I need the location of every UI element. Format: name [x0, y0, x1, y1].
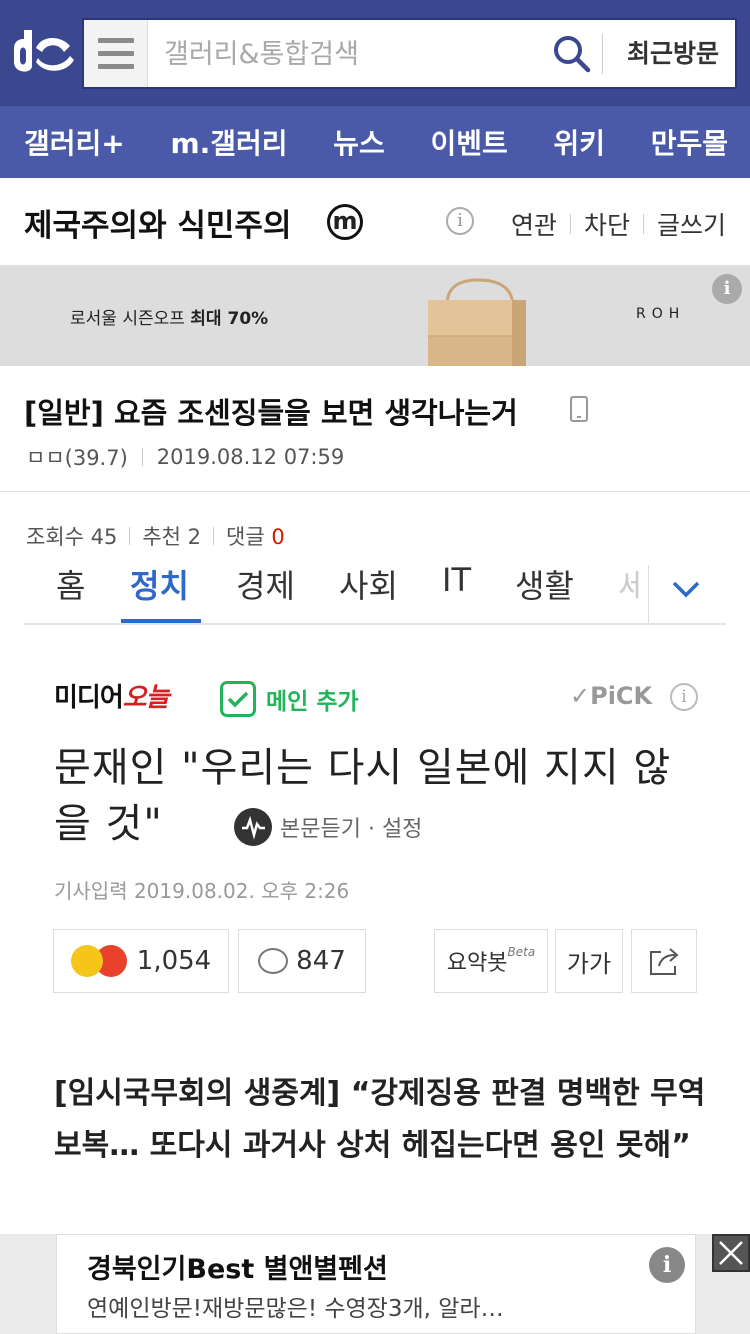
gallery-title[interactable]: 제국주의와 식민주의	[24, 200, 291, 245]
pick-label: ✓PiCK	[570, 682, 653, 710]
tab-economy: 경제	[236, 567, 295, 605]
gallery-links: 연관 차단 글쓰기	[511, 206, 726, 242]
dc-logo-icon[interactable]	[10, 26, 76, 78]
press-logo: 미디어오늘	[54, 683, 170, 713]
recent-visit-button[interactable]: 최근방문	[614, 36, 732, 72]
nav-item-event[interactable]: 이벤트	[430, 122, 507, 162]
block-link[interactable]: 차단	[584, 206, 630, 242]
search-box: 최근방문	[82, 18, 737, 89]
news-tabs: 홈 정치 경제 사회 IT 생활 세	[24, 555, 726, 625]
write-link[interactable]: 글쓰기	[657, 206, 726, 242]
comment-count[interactable]: 댓글 0	[226, 521, 285, 551]
tab-it: IT	[442, 561, 471, 599]
ad-brand: ROH	[636, 306, 686, 322]
ad-banner[interactable]: 로서울 시즌오프 최대 70% ROH	[0, 266, 750, 366]
listen-button: 본문듣기 · 설정	[234, 808, 422, 846]
post-title: [일반] 요즘 조센징들을 보면 생각나는거	[24, 396, 518, 430]
bag-image	[428, 278, 526, 366]
nav-item-m-gallery[interactable]: m.갤러리	[170, 122, 287, 162]
nav-item-gallery-plus[interactable]: 갤러리+	[24, 122, 125, 162]
main-nav: 갤러리+ m.갤러리 뉴스 이벤트 위키 만두몰	[0, 106, 750, 178]
tab-home: 홈	[56, 567, 86, 605]
ad-info-icon[interactable]: i	[649, 1247, 685, 1283]
share-icon	[650, 948, 679, 975]
search-input[interactable]	[164, 32, 544, 76]
info-icon: i	[670, 683, 698, 711]
bottom-ad: 경북인기Best 별앤별펜션 연예인방문!재방문많은! 수영장3개, 알라… i	[0, 1234, 750, 1334]
tab-world: 세	[618, 567, 640, 605]
comment-box: 847	[238, 929, 366, 993]
share-box	[631, 929, 697, 993]
tab-society: 사회	[339, 567, 398, 605]
bottom-ad-card[interactable]: 경북인기Best 별앤별펜션 연예인방문!재방문많은! 수영장3개, 알라… i	[56, 1234, 696, 1334]
nav-item-wiki[interactable]: 위키	[553, 122, 605, 162]
post-meta: ㅁㅁ(39.7) 2019.08.12 07:59	[26, 442, 344, 472]
gallery-bar: 제국주의와 식민주의 m 연관 차단 글쓰기	[0, 178, 750, 266]
bottom-ad-description: 연예인방문!재방문많은! 수영장3개, 알라…	[87, 1296, 504, 1322]
divider	[648, 565, 649, 623]
bottom-ad-title: 경북인기Best 별앤별펜션	[87, 1254, 388, 1285]
comment-bubble-icon	[258, 948, 289, 974]
main-add-button: 메인 추가	[220, 681, 359, 717]
audio-icon	[234, 808, 272, 846]
font-size-box: 가가	[555, 929, 623, 993]
menu-button[interactable]	[84, 20, 148, 87]
nav-item-mandumall[interactable]: 만두몰	[651, 122, 728, 162]
active-tab-underline	[121, 619, 201, 623]
gallery-info-icon[interactable]: i	[446, 207, 474, 235]
search-icon[interactable]	[552, 34, 592, 74]
reaction-box: 1,054	[53, 929, 229, 993]
close-icon[interactable]	[712, 1234, 750, 1272]
tab-politics: 정치	[130, 567, 189, 605]
mobile-icon	[570, 396, 588, 422]
recommend-count: 추천 2	[142, 525, 202, 549]
post-date: 2019.08.12 07:59	[156, 445, 345, 469]
smile-emoji-icon	[70, 945, 103, 977]
post-author[interactable]: ㅁㅁ(39.7)	[26, 442, 128, 472]
related-link[interactable]: 연관	[511, 206, 557, 242]
summary-bot-box: 요약봇 Beta	[434, 929, 548, 993]
chevron-down-icon	[672, 581, 700, 598]
divider	[0, 491, 750, 492]
ad-info-icon[interactable]: i	[712, 274, 742, 304]
check-icon	[220, 681, 256, 717]
news-date: 기사입력 2019.08.02. 오후 2:26	[54, 879, 350, 903]
view-count: 조회수 45	[26, 525, 118, 549]
post-stats: 조회수 45 추천 2 댓글 0	[26, 521, 285, 551]
top-header: 최근방문	[0, 0, 750, 106]
ad-text: 로서울 시즌오프 최대 70%	[70, 309, 269, 329]
nav-item-news[interactable]: 뉴스	[333, 122, 385, 162]
minor-gallery-badge: m	[327, 204, 363, 240]
tab-life: 생활	[515, 567, 574, 605]
divider	[602, 34, 603, 74]
news-subheading: [임시국무회의 생중계] “강제징용 판결 명백한 무역보복… 또다시 과거사 …	[54, 1076, 706, 1163]
